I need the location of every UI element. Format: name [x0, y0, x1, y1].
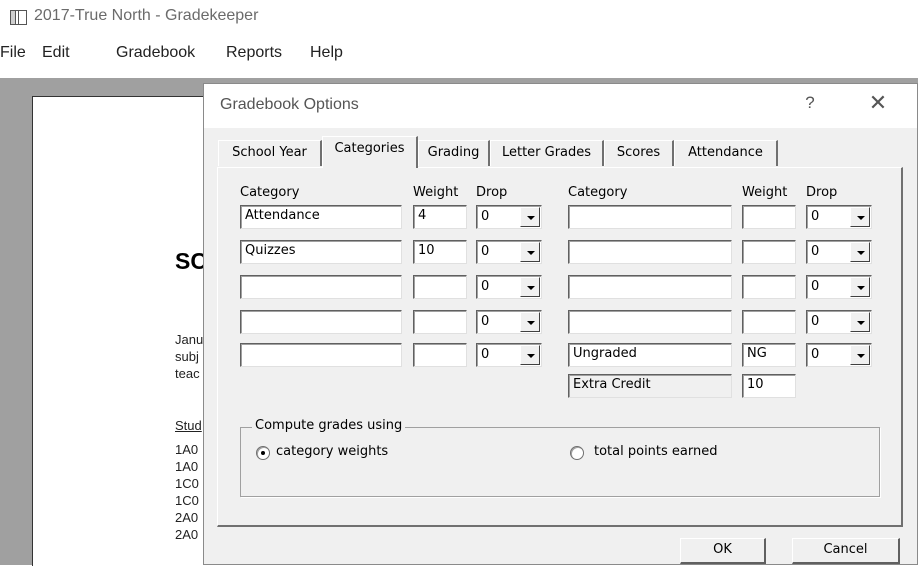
- category-weight-field[interactable]: [413, 310, 467, 334]
- drop-value: 0: [811, 209, 820, 224]
- category-name-field[interactable]: [568, 205, 732, 229]
- category-name-field[interactable]: [568, 310, 732, 334]
- tab-attendance[interactable]: Attendance: [674, 140, 778, 166]
- report-student-row: 1A0: [175, 459, 199, 474]
- help-icon[interactable]: ?: [800, 93, 820, 113]
- category-weight-field[interactable]: [413, 275, 467, 299]
- tab-grading[interactable]: Grading: [418, 140, 490, 166]
- dialog-title: Gradebook Options: [220, 96, 359, 113]
- tab-scores[interactable]: Scores: [604, 140, 674, 166]
- drop-column-header: Drop: [806, 185, 838, 200]
- ungraded-weight-field[interactable]: NG: [742, 343, 796, 367]
- tab-letter-grades[interactable]: Letter Grades: [490, 140, 604, 166]
- drop-value: 0: [481, 347, 490, 362]
- ok-button[interactable]: OK: [680, 538, 766, 564]
- drop-value: 0: [811, 347, 820, 362]
- weight-column-header: Weight: [413, 185, 459, 200]
- chevron-down-icon[interactable]: [850, 345, 870, 365]
- menu-edit[interactable]: Edit: [42, 44, 70, 62]
- tab-categories[interactable]: Categories: [322, 136, 418, 168]
- chevron-down-icon[interactable]: [520, 207, 540, 227]
- report-line: teac: [175, 366, 200, 381]
- drop-select[interactable]: 0: [806, 343, 872, 367]
- report-line: subj: [175, 349, 199, 364]
- drop-select[interactable]: 0: [476, 275, 542, 299]
- category-weight-field[interactable]: [742, 310, 796, 334]
- category-weights-radio[interactable]: [256, 446, 270, 460]
- chevron-down-icon[interactable]: [850, 207, 870, 227]
- category-weight-field[interactable]: [742, 205, 796, 229]
- category-name-field[interactable]: [240, 343, 402, 367]
- category-weight-field[interactable]: 4: [413, 205, 467, 229]
- window-icon: [10, 10, 27, 25]
- category-weight-field[interactable]: [742, 240, 796, 264]
- chevron-down-icon[interactable]: [520, 242, 540, 262]
- total-points-radio[interactable]: [570, 446, 584, 460]
- category-name-field[interactable]: Attendance: [240, 205, 402, 229]
- category-name-field[interactable]: [568, 275, 732, 299]
- drop-select[interactable]: 0: [476, 205, 542, 229]
- category-weight-field[interactable]: [413, 343, 467, 367]
- gradebook-options-dialog: Gradebook Options ? ✕ School Year Catego…: [203, 83, 918, 565]
- extra-credit-weight-field[interactable]: 10: [742, 374, 796, 398]
- category-name-field[interactable]: [240, 310, 402, 334]
- drop-select[interactable]: 0: [806, 240, 872, 264]
- drop-select[interactable]: 0: [806, 275, 872, 299]
- drop-value: 0: [481, 279, 490, 294]
- drop-select[interactable]: 0: [806, 310, 872, 334]
- close-icon[interactable]: ✕: [864, 90, 892, 116]
- report-students-header: Stud: [175, 418, 202, 433]
- weight-column-header: Weight: [742, 185, 788, 200]
- extra-credit-label: Extra Credit: [568, 374, 732, 398]
- report-student-row: 1C0: [175, 476, 199, 491]
- report-student-row: 2A0: [175, 527, 199, 542]
- cancel-button[interactable]: Cancel: [792, 538, 900, 564]
- chevron-down-icon[interactable]: [850, 312, 870, 332]
- category-column-header: Category: [240, 185, 300, 200]
- category-weights-label[interactable]: category weights: [276, 444, 388, 459]
- drop-value: 0: [811, 314, 820, 329]
- report-student-row: 1C0: [175, 493, 199, 508]
- category-name-field[interactable]: [568, 240, 732, 264]
- drop-value: 0: [811, 244, 820, 259]
- menu-help[interactable]: Help: [310, 44, 343, 62]
- category-weight-field[interactable]: [742, 275, 796, 299]
- drop-value: 0: [481, 209, 490, 224]
- drop-column-header: Drop: [476, 185, 508, 200]
- category-column-header: Category: [568, 185, 628, 200]
- ungraded-category-field[interactable]: Ungraded: [568, 343, 732, 367]
- chevron-down-icon[interactable]: [850, 242, 870, 262]
- drop-select[interactable]: 0: [806, 205, 872, 229]
- category-name-field[interactable]: Quizzes: [240, 240, 402, 264]
- tab-school-year[interactable]: School Year: [218, 140, 322, 166]
- report-line: Janu: [175, 332, 204, 347]
- menu-reports[interactable]: Reports: [226, 44, 282, 62]
- drop-value: 0: [811, 279, 820, 294]
- drop-value: 0: [481, 244, 490, 259]
- chevron-down-icon[interactable]: [520, 345, 540, 365]
- chevron-down-icon[interactable]: [520, 312, 540, 332]
- menu-file[interactable]: File: [0, 44, 26, 62]
- compute-grades-group: [240, 427, 880, 497]
- menu-gradebook[interactable]: Gradebook: [116, 44, 195, 62]
- chevron-down-icon[interactable]: [520, 277, 540, 297]
- drop-value: 0: [481, 314, 490, 329]
- drop-select[interactable]: 0: [476, 310, 542, 334]
- app-title: 2017-True North - Gradekeeper: [34, 7, 259, 24]
- drop-select[interactable]: 0: [476, 240, 542, 264]
- report-student-row: 2A0: [175, 510, 199, 525]
- drop-select[interactable]: 0: [476, 343, 542, 367]
- chevron-down-icon[interactable]: [850, 277, 870, 297]
- total-points-label[interactable]: total points earned: [594, 444, 718, 459]
- report-student-row: 1A0: [175, 442, 199, 457]
- compute-grades-legend: Compute grades using: [252, 418, 406, 433]
- category-name-field[interactable]: [240, 275, 402, 299]
- category-weight-field[interactable]: 10: [413, 240, 467, 264]
